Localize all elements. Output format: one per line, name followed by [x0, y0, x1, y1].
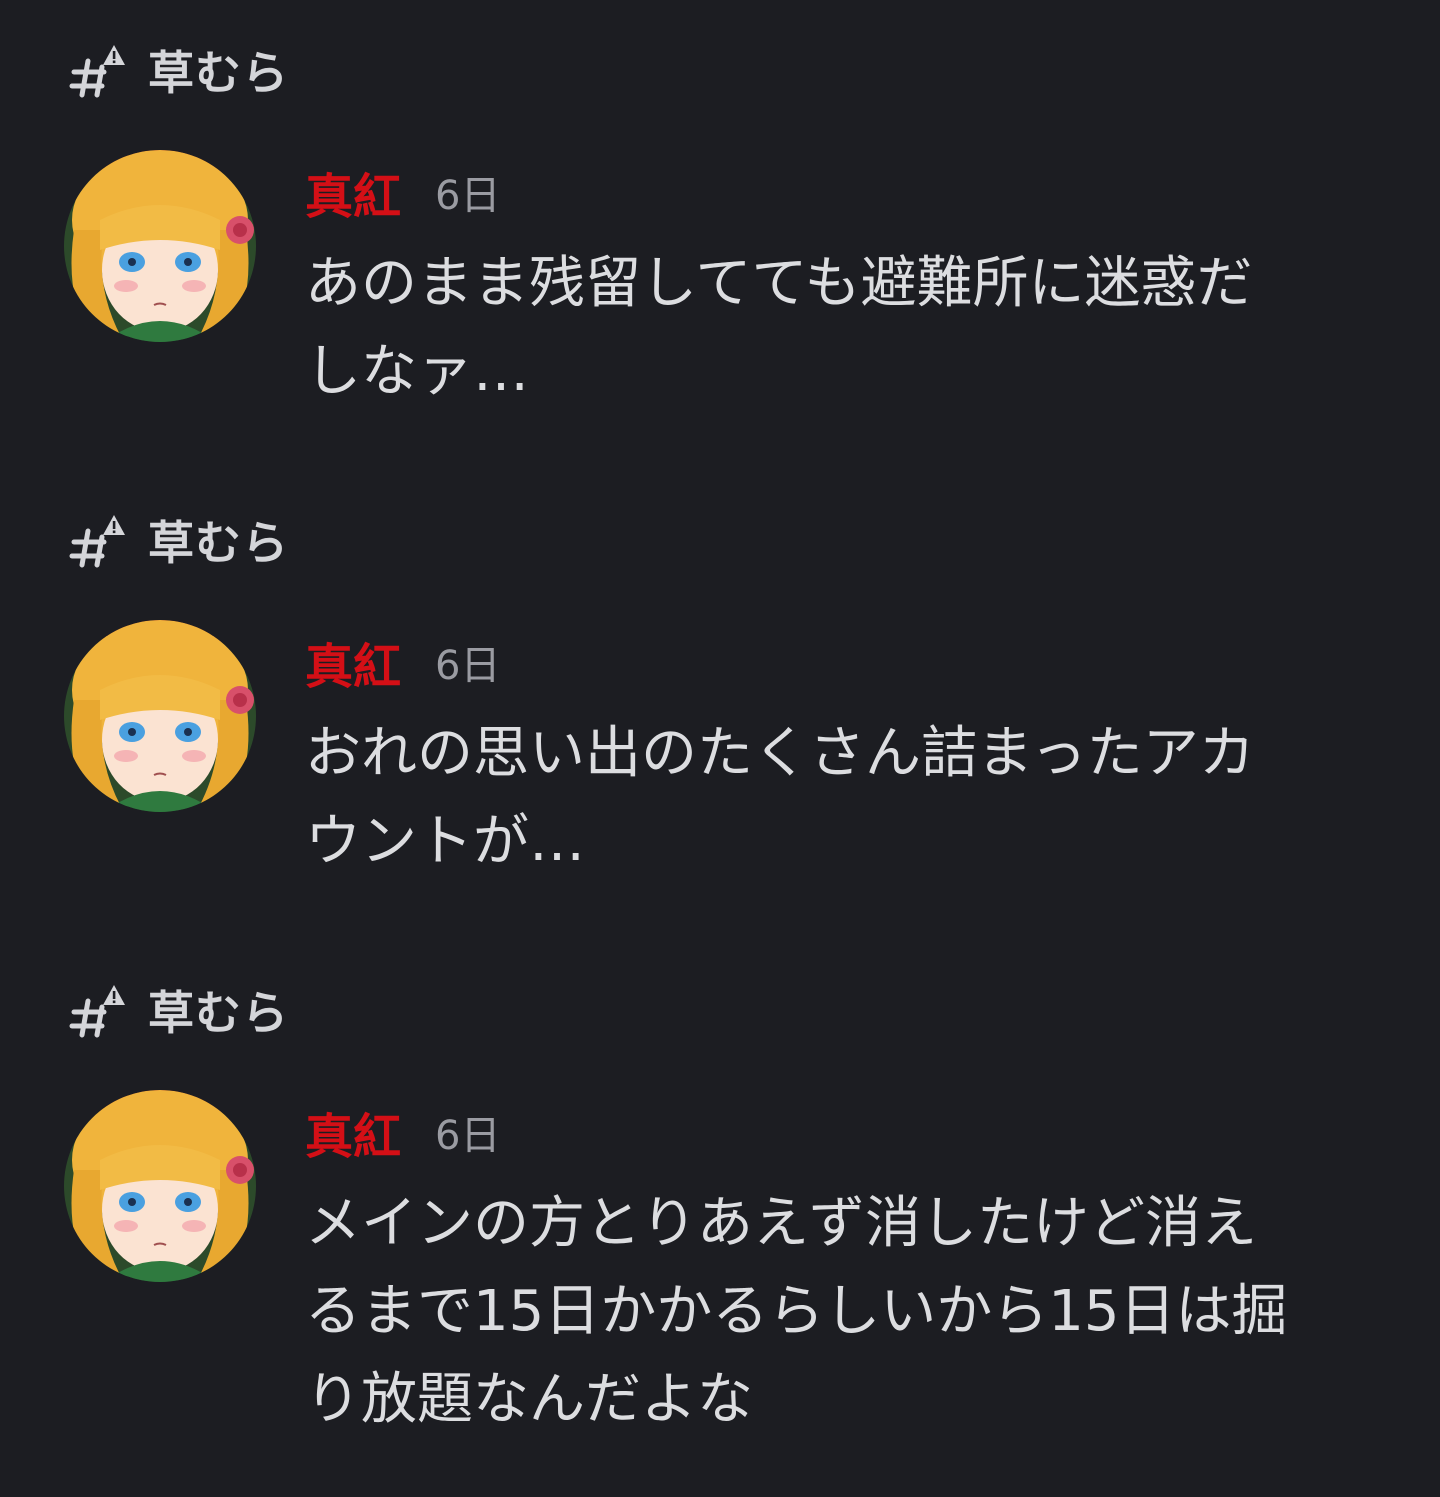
avatar[interactable] [64, 150, 256, 342]
channel-hash-warning-icon [69, 45, 125, 98]
avatar[interactable] [64, 1090, 256, 1282]
message-header: 真紅 6日 [305, 627, 501, 697]
search-result-message[interactable]: 草むら 真紅 6日 メインの方とりあえず消したけど消えるまで15日かかるらしいか… [0, 940, 1440, 1497]
channel-name: 草むら [148, 46, 289, 100]
message-text: おれの思い出のたくさん詰まったアカウントが… [305, 721, 1255, 874]
message-header: 真紅 6日 [305, 1097, 501, 1167]
message-header: 真紅 6日 [305, 157, 501, 227]
channel-hash-warning-icon [69, 515, 125, 568]
channel-name: 草むら [148, 516, 289, 570]
author-name[interactable]: 真紅 [305, 1097, 401, 1167]
author-name[interactable]: 真紅 [305, 157, 401, 227]
timestamp: 6日 [435, 643, 501, 689]
channel-link[interactable]: 草むら [68, 980, 289, 1040]
channel-link[interactable]: 草むら [68, 40, 289, 100]
avatar[interactable] [64, 620, 256, 812]
channel-hash-warning-icon [69, 985, 125, 1038]
timestamp: 6日 [435, 1113, 501, 1159]
message-text: メインの方とりあえず消したけど消えるまで15日かかるらしいから15日は掘り放題な… [305, 1191, 1288, 1432]
timestamp: 6日 [435, 173, 501, 219]
channel-name: 草むら [148, 986, 289, 1040]
author-name[interactable]: 真紅 [305, 627, 401, 697]
channel-link[interactable]: 草むら [68, 510, 289, 570]
message-text: あのまま残留してても避難所に迷惑だしなァ… [305, 251, 1253, 404]
search-result-message[interactable]: 草むら 真紅 6日 あのまま残留してても避難所に迷惑だしなァ… [0, 0, 1440, 470]
search-result-message[interactable]: 草むら 真紅 6日 おれの思い出のたくさん詰まったアカウントが… [0, 470, 1440, 940]
